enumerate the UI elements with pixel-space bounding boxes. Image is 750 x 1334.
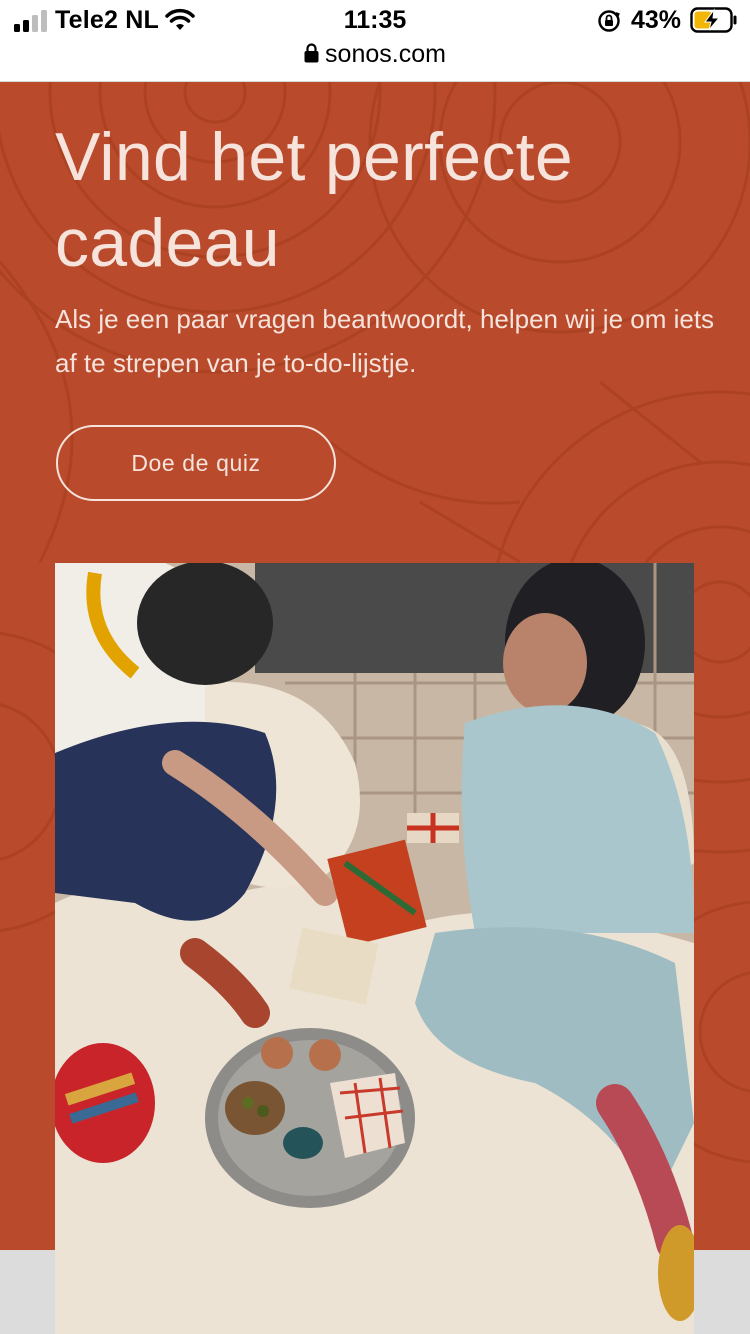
lock-icon: [304, 42, 319, 62]
hero-title: Vind het perfecte cadeau: [55, 119, 573, 281]
browser-url-bar[interactable]: sonos.com: [0, 40, 750, 82]
url-text[interactable]: sonos.com: [325, 40, 446, 68]
battery-charging-icon: [690, 7, 737, 33]
hero-subtitle: Als je een paar vragen beantwoordt, help…: [55, 304, 715, 378]
rotation-lock-icon: [598, 10, 620, 32]
hero-photo-gift-exchange: [55, 563, 694, 1334]
status-bar: Tele2 NL 11:35 43%: [0, 0, 750, 40]
take-quiz-button[interactable]: Doe de quiz: [56, 425, 336, 501]
battery-percentage: 43%: [631, 6, 682, 34]
